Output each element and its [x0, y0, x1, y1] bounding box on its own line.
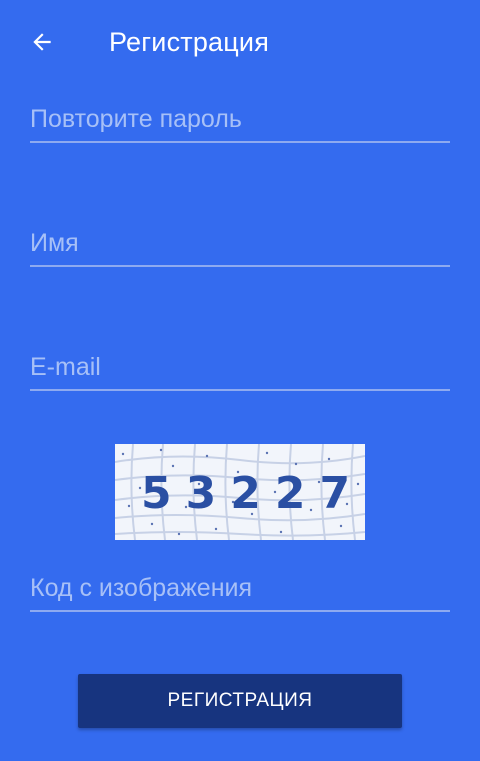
- back-button[interactable]: [22, 22, 62, 62]
- captcha-code-field: [30, 566, 450, 612]
- register-button[interactable]: РЕГИСТРАЦИЯ: [78, 674, 402, 728]
- captcha-image: 53227: [115, 444, 365, 540]
- field-underline: [30, 265, 450, 267]
- name-input[interactable]: [30, 221, 450, 265]
- captcha-digits: 53227: [141, 468, 364, 519]
- page-title: Регистрация: [109, 27, 270, 57]
- repeat-password-field: [30, 97, 450, 143]
- app-bar: Регистрация: [0, 0, 480, 84]
- captcha-code-input[interactable]: [30, 566, 450, 610]
- arrow-left-icon: [33, 33, 51, 51]
- field-underline: [30, 610, 450, 612]
- field-underline: [30, 141, 450, 143]
- name-field: [30, 221, 450, 267]
- email-input[interactable]: [30, 345, 450, 389]
- repeat-password-input[interactable]: [30, 97, 450, 141]
- field-underline: [30, 389, 450, 391]
- email-field: [30, 345, 450, 391]
